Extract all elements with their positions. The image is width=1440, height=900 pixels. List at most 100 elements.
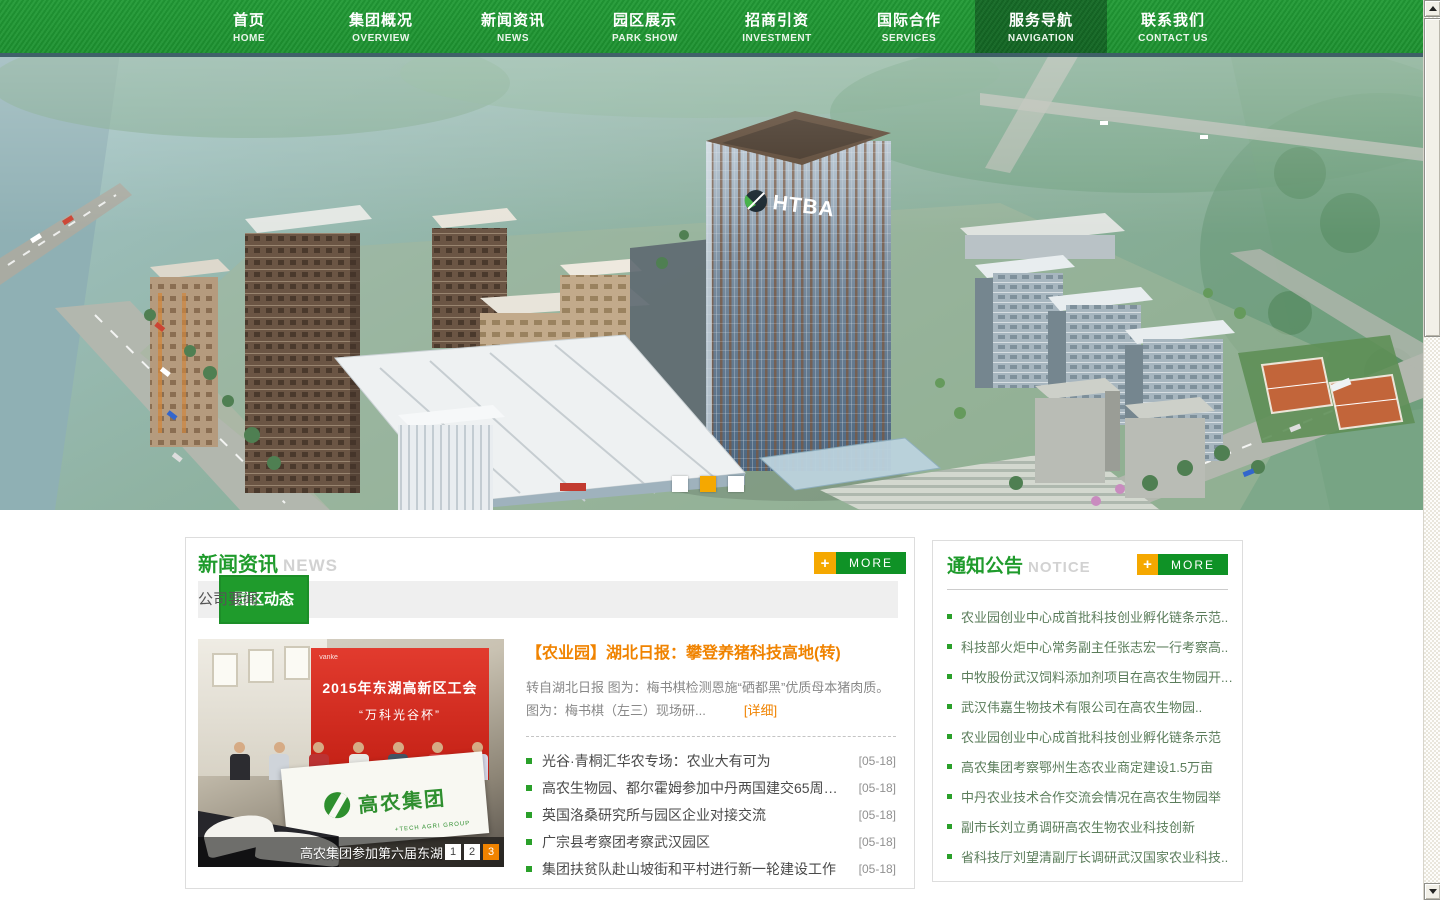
notice-more-label: MORE [1158,554,1228,575]
news-more-button[interactable]: + MORE [814,552,906,574]
plus-icon: + [1137,554,1158,575]
bullet-icon [947,824,952,829]
photo-page-button[interactable]: 3 [483,844,499,860]
nav-item[interactable]: 新闻资讯 NEWS [447,0,579,53]
banner-line1: 2015年东湖高新区工会 [311,678,488,698]
nav-item-label-zh: 国际合作 [877,9,941,30]
news-item-title: 光谷·青桐汇华农专场：农业大有可为 [542,751,849,771]
nav-item-label-zh: 园区展示 [613,9,677,30]
photo-caption-text: 高农集团参加第六届东湖 [300,843,443,862]
news-item-title: 广宗县考察团考察武汉园区 [542,832,849,852]
notice-list-item[interactable]: 副市长刘立勇调研高农生物农业科技创新 [947,811,1234,841]
photo-certificate [212,653,238,687]
news-item-date: [05-18] [859,754,896,768]
news-title-en: NEWS [283,556,338,576]
news-tab[interactable]: 公司要闻 [198,581,258,618]
notice-list-item[interactable]: 农业园创业中心成首批科技创业孵化链条示范 [947,721,1234,751]
notice-panel: 通知公告 NOTICE + MORE 农业园创业中心成首批科技创业孵化链条示范.… [932,540,1243,882]
notice-item-title: 副市长刘立勇调研高农生物农业科技创新 [961,817,1195,836]
nav-item[interactable]: 集团概况 OVERVIEW [315,0,447,53]
news-list-item[interactable]: 光谷·青桐汇华农专场：农业大有可为 [05-18] [526,748,896,775]
page: 首页 HOME 集团概况 OVERVIEW 新闻资讯 NEWS 园区展示 PAR… [0,0,1440,900]
news-item-date: [05-18] [859,808,896,822]
news-item-date: [05-18] [859,862,896,876]
news-list-item[interactable]: 高农生物园、都尔霍姆参加中丹两国建交65周… [05-18] [526,775,896,802]
nav-item-label-en: NEWS [497,33,529,44]
news-panel-header: 新闻资讯 NEWS [198,548,338,577]
news-item-title: 高农生物园、都尔霍姆参加中丹两国建交65周… [542,778,849,798]
featured-article-title[interactable]: 【农业园】湖北日报：攀登养猪科技高地(转) [526,639,896,663]
nav-item[interactable]: 服务导航 NAVIGATION [975,0,1107,53]
dashed-divider [526,736,896,737]
arrow-up-icon [1429,6,1437,11]
notice-item-title: 中牧股份武汉饲料添加剂项目在高农生物园开..… [961,667,1234,686]
bullet-icon [526,866,532,872]
bullet-icon [947,854,952,859]
news-list-item[interactable]: 集团扶贫队赴山坡街和平村进行新一轮建设工作 [05-18] [526,856,896,883]
news-photo[interactable]: vanke 2015年东湖高新区工会 “万科光谷杯” 高农集团 +TECH AG… [198,639,504,867]
bullet-icon [947,644,952,649]
nav-item-label-en: SERVICES [882,33,936,44]
nav-item-label-zh: 服务导航 [1009,9,1073,30]
notice-item-title: 高农集团考察鄂州生态农业商定建设1.5万亩 [961,757,1213,776]
carousel-dot[interactable] [700,476,716,492]
notice-list-item[interactable]: 中丹农业技术合作交流会情况在高农生物园举 [947,781,1234,811]
hero-carousel [672,476,744,492]
notice-list-item[interactable]: 省科技厅刘望清副厅长调研武汉国家农业科技.. [947,841,1234,871]
nav-item[interactable]: 国际合作 SERVICES [843,0,975,53]
nav-item-label-en: HOME [233,33,265,44]
bullet-icon [526,758,532,764]
scrollbar-thumb[interactable] [1424,18,1440,337]
news-more-label: MORE [836,552,906,574]
scrollbar-up-button[interactable] [1424,0,1440,17]
nav-item[interactable]: 首页 HOME [183,0,315,53]
nav-item[interactable]: 联系我们 CONTACT US [1107,0,1239,53]
news-panel: 新闻资讯 NEWS + MORE 园区动态 公司要闻 vanke 2015年东湖… [185,537,915,889]
notice-list-item[interactable]: 农业园创业中心成首批科技创业孵化链条示范.. [947,601,1234,631]
notice-item-title: 中丹农业技术合作交流会情况在高农生物园举 [961,787,1221,806]
main-nav: 首页 HOME 集团概况 OVERVIEW 新闻资讯 NEWS 园区展示 PAR… [0,0,1423,53]
nav-item-label-en: OVERVIEW [352,33,410,44]
notice-list-item[interactable]: 高农集团考察鄂州生态农业商定建设1.5万亩 [947,751,1234,781]
photo-page-button[interactable]: 1 [445,844,461,860]
notice-item-title: 武汉伟嘉生物技术有限公司在高农生物园.. [961,697,1202,716]
bullet-icon [526,839,532,845]
notice-list: 农业园创业中心成首批科技创业孵化链条示范.. 科技部火炬中心常务副主任张志宏一行… [947,601,1234,871]
carousel-dot[interactable] [728,476,744,492]
bullet-icon [947,734,952,739]
nav-item[interactable]: 招商引资 INVESTMENT [711,0,843,53]
plus-icon: + [814,552,836,574]
notice-item-title: 农业园创业中心成首批科技创业孵化链条示范 [961,727,1221,746]
nav-item-label-zh: 联系我们 [1141,9,1205,30]
featured-detail-link[interactable]: [详细] [744,703,777,718]
news-tab-bar: 园区动态 公司要闻 [198,581,898,618]
hero-illustration: HTBA [0,53,1423,510]
photo-page-button[interactable]: 2 [464,844,480,860]
flag-logo-icon [323,791,351,819]
notice-list-item[interactable]: 科技部火炬中心常务副主任张志宏一行考察高.. [947,631,1234,661]
featured-article: 【农业园】湖北日报：攀登养猪科技高地(转) 转自湖北日报 图为：梅书棋检测恩施“… [526,639,896,883]
carousel-dot[interactable] [672,476,688,492]
scrollbar[interactable] [1423,0,1440,900]
notice-list-item[interactable]: 中牧股份武汉饲料添加剂项目在高农生物园开..… [947,661,1234,691]
news-item-title: 集团扶贫队赴山坡街和平村进行新一轮建设工作 [542,859,849,879]
featured-article-text: 转自湖北日报 图为：梅书棋检测恩施“硒都黑”优质母本猪肉质。 图为：梅书棋（左三… [526,680,889,718]
notice-divider [947,589,1228,590]
banner-line2: “万科光谷杯” [311,706,488,723]
news-list-item[interactable]: 广宗县考察团考察武汉园区 [05-18] [526,829,896,856]
news-list-item[interactable]: 英国洛桑研究所与园区企业对接交流 [05-18] [526,802,896,829]
notice-list-item[interactable]: 武汉伟嘉生物技术有限公司在高农生物园.. [947,691,1234,721]
nav-item[interactable]: 园区展示 PARK SHOW [579,0,711,53]
scrollbar-down-button[interactable] [1424,883,1440,900]
nav-item-label-en: NAVIGATION [1008,33,1074,44]
photo-certificate [248,649,274,683]
bullet-icon [526,812,532,818]
flag-subtext: +TECH AGRI GROUP [394,821,470,834]
bullet-icon [947,764,952,769]
bullet-icon [947,674,952,679]
bullet-icon [947,704,952,709]
photo-pagination: 1 2 3 [445,844,499,860]
hero-banner[interactable]: HTBA [0,53,1423,510]
notice-more-button[interactable]: + MORE [1137,554,1228,575]
nav-item-label-zh: 首页 [233,9,265,30]
